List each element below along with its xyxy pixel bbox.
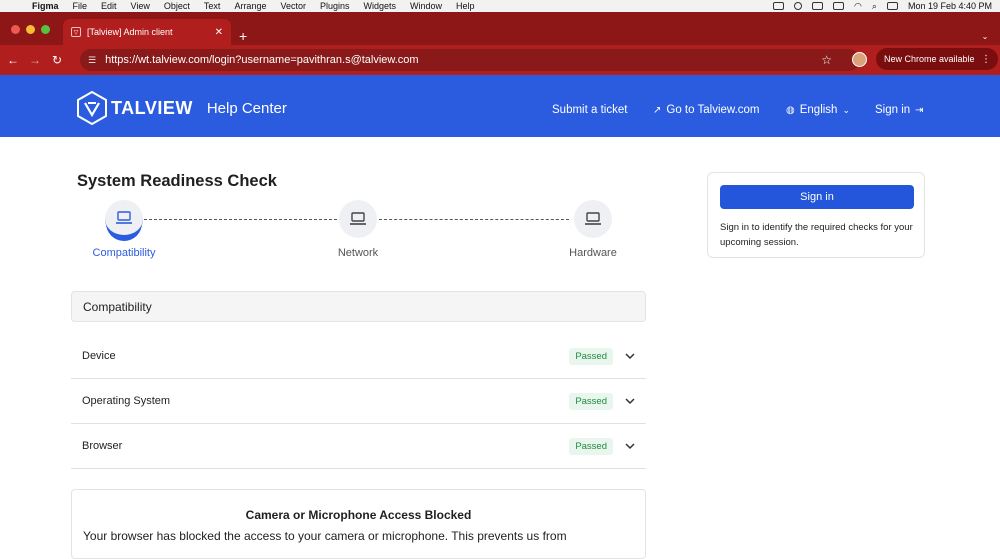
step-hardware[interactable]: Hardware [543,200,643,259]
close-window-button[interactable] [11,25,20,34]
submit-ticket-label: Submit a ticket [552,104,628,116]
menu-edit[interactable]: Edit [94,1,124,11]
forward-arrow-icon[interactable]: → [26,53,44,67]
menu-file[interactable]: File [66,1,95,11]
menu-vector[interactable]: Vector [273,1,313,11]
status-badge: Passed [569,347,613,365]
clock-text[interactable]: Mon 19 Feb 4:40 PM [908,1,992,11]
new-tab-button[interactable]: + [239,29,247,43]
header-signin-link[interactable]: Sign in ⇥ [875,104,924,116]
menu-help[interactable]: Help [449,1,482,11]
laptop-icon [574,200,612,238]
window-controls [11,25,50,34]
goto-talview-label: Go to Talview.com [666,104,760,116]
laptop-icon [339,200,377,238]
language-label: English [799,104,838,116]
check-row-browser[interactable]: Browser Passed [71,424,646,469]
menu-view[interactable]: View [124,1,157,11]
battery-icon[interactable] [833,2,845,10]
site-header: TALVIEW Help Center Submit a ticket ↗ Go… [0,75,1000,137]
menu-window[interactable]: Window [403,1,449,11]
status-badge: Passed [569,437,613,455]
check-name: Operating System [82,395,171,407]
signin-arrow-icon: ⇥ [915,104,924,116]
step-network[interactable]: Network [308,200,408,259]
step-label: Compatibility [92,247,156,259]
tab-title: [Talview] Admin client [87,27,173,37]
tab-strip: ▽ [Talview] Admin client ✕ + ⌄ [0,12,1000,45]
menu-arrange[interactable]: Arrange [227,1,273,11]
signin-message: Sign in to identify the required checks … [720,222,913,248]
profile-avatar[interactable] [852,52,867,67]
help-center-title: Help Center [206,99,287,117]
brand-name: TALVIEW [111,97,193,118]
browser-toolbar: ← → ↻ ☰ https://wt.talview.com/login?use… [0,45,1000,75]
site-settings-icon[interactable]: ☰ [88,55,96,66]
talview-logo[interactable]: TALVIEW Help Center [77,91,287,125]
close-icon[interactable]: ✕ [215,27,223,38]
status-icon[interactable] [773,2,785,10]
talview-logo-icon [77,91,107,125]
section-header: Compatibility [71,291,646,322]
browser-tab[interactable]: ▽ [Talview] Admin client ✕ [63,19,231,45]
chevron-down-icon[interactable]: ⌄ [977,28,993,44]
menu-widgets[interactable]: Widgets [357,1,404,11]
access-blocked-card: Camera or Microphone Access Blocked Your… [71,489,646,559]
bookmark-star-icon[interactable]: ☆ [821,53,832,67]
update-label: New Chrome available [884,54,975,64]
app-menu: Figma File Edit View Object Text Arrange… [26,1,482,11]
menu-text[interactable]: Text [197,1,228,11]
status-icon[interactable] [794,2,803,10]
back-arrow-icon[interactable]: ← [4,53,22,67]
control-center-icon[interactable] [886,2,898,10]
address-bar[interactable]: ☰ https://wt.talview.com/login?username=… [80,49,860,71]
check-row-os[interactable]: Operating System Passed [71,379,646,424]
more-vert-icon[interactable]: ⋮ [981,54,991,65]
alert-title: Camera or Microphone Access Blocked [245,508,472,522]
chevron-down-icon[interactable] [625,351,635,361]
globe-icon: ◍ [786,104,795,116]
minimize-window-button[interactable] [26,25,35,34]
chevron-down-icon[interactable] [625,396,635,406]
step-label: Network [337,247,379,259]
menu-object[interactable]: Object [157,1,197,11]
goto-talview-link[interactable]: ↗ Go to Talview.com [653,104,760,116]
wifi-icon[interactable]: ◠ [854,1,862,12]
check-name: Device [82,350,116,362]
header-signin-label: Sign in [875,104,911,116]
talview-favicon-icon: ▽ [71,27,81,37]
chevron-down-icon: ⌄ [842,104,850,115]
chevron-down-icon[interactable] [625,441,635,451]
macos-menubar: Figma File Edit View Object Text Arrange… [0,0,1000,12]
check-name: Browser [82,440,123,452]
status-icon[interactable] [812,2,824,10]
signin-card: Sign in Sign in to identify the required… [707,172,925,258]
laptop-icon [105,200,143,238]
maximize-window-button[interactable] [41,25,50,34]
page-title: System Readiness Check [77,172,277,190]
menu-plugins[interactable]: Plugins [313,1,357,11]
search-icon[interactable]: ⌕ [872,1,877,12]
readiness-stepper: Compatibility Network Hardware [77,200,647,270]
external-link-icon: ↗ [653,104,662,116]
step-compatibility[interactable]: Compatibility [74,200,174,259]
menu-app-name[interactable]: Figma [26,1,66,11]
signin-button[interactable]: Sign in [720,185,914,209]
step-label: Hardware [569,247,617,259]
check-row-device[interactable]: Device Passed [71,334,646,379]
language-selector[interactable]: ◍ English ⌄ [786,104,850,116]
submit-ticket-link[interactable]: Submit a ticket [552,104,627,116]
status-area: ◠ ⌕ Mon 19 Feb 4:40 PM [773,1,1000,12]
reload-icon[interactable]: ↻ [48,53,66,67]
chrome-update-button[interactable]: New Chrome available ⋮ [876,48,998,70]
status-badge: Passed [569,392,613,410]
url-text[interactable]: https://wt.talview.com/login?username=pa… [105,54,419,66]
